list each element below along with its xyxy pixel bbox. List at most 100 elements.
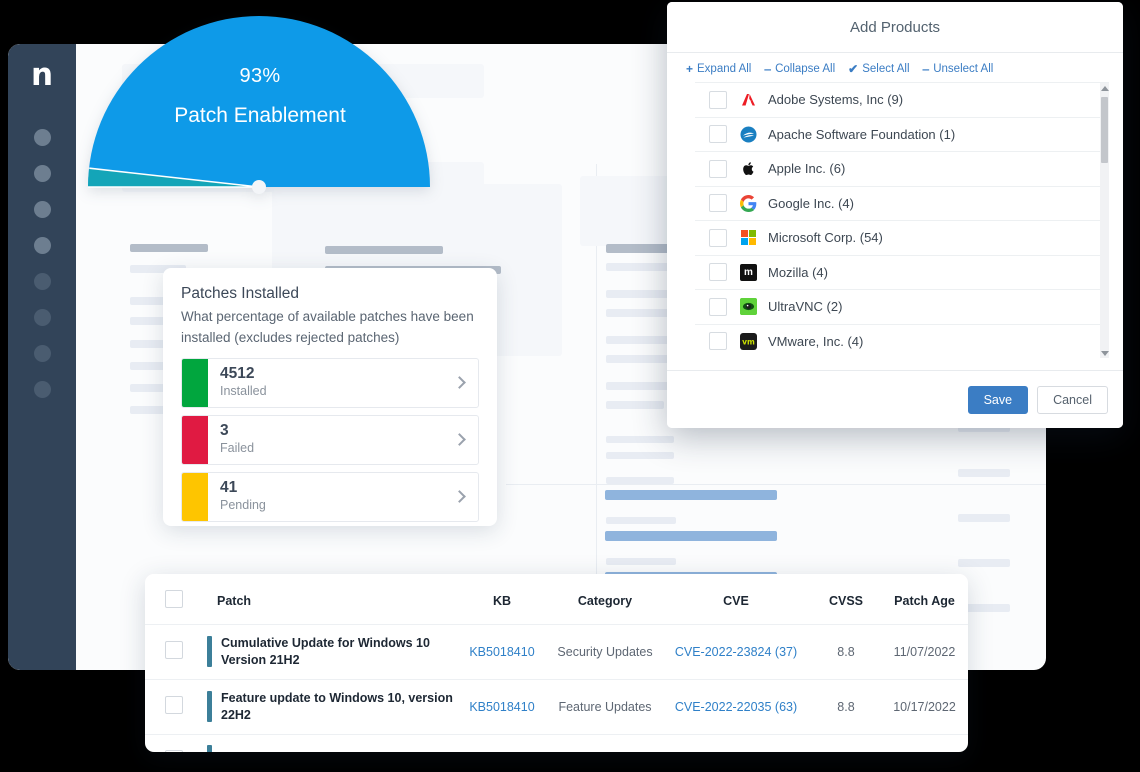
ultravnc-icon (740, 298, 757, 315)
sidebar-item-5[interactable] (34, 273, 51, 290)
skeleton-bar (958, 469, 1010, 477)
skeleton-bar (606, 336, 676, 344)
patch-name-text: Cumulative Update for Windows 10 Version… (221, 635, 455, 669)
column-header-patch-age[interactable]: Patch Age (881, 574, 968, 625)
cell-cvss: 8.5 (811, 734, 881, 752)
product-name: Adobe Systems, Inc (9) (768, 92, 903, 107)
product-name: Google Inc. (4) (768, 196, 854, 211)
minus-icon: ‒ (923, 63, 930, 75)
cell-cve: CVE-2022-23824 (37) (661, 625, 811, 680)
cell-patch: Feature update to Windows 10, version 22… (203, 679, 455, 734)
product-name: Mozilla (4) (768, 265, 828, 280)
sidebar-item-7[interactable] (34, 345, 51, 362)
select-all-action[interactable]: ✔ Select All (848, 63, 909, 75)
table-header-row: Patch KB Category CVE CVSS Patch Age (145, 574, 968, 625)
severity-bar-icon (207, 636, 212, 667)
list-item[interactable]: Apache Software Foundation (1) (695, 118, 1109, 153)
status-label: Failed (220, 441, 455, 455)
product-checkbox[interactable] (709, 194, 727, 212)
list-item[interactable]: Microsoft Corp. (54) (695, 221, 1109, 256)
sidebar-logo[interactable]: n (8, 44, 76, 91)
list-item[interactable]: Google Inc. (4) (695, 187, 1109, 222)
list-item[interactable]: vm VMware, Inc. (4) (695, 325, 1109, 359)
list-item[interactable]: m Mozilla (4) (695, 256, 1109, 291)
cve-link[interactable]: CVE-2022-23824 (37) (675, 645, 797, 659)
adobe-icon (740, 91, 757, 108)
sidebar-item-6[interactable] (34, 309, 51, 326)
column-header-cvss[interactable]: CVSS (811, 574, 881, 625)
modal-footer: Save Cancel (667, 370, 1123, 428)
patch-table: Patch KB Category CVE CVSS Patch Age Cum… (145, 574, 968, 752)
cancel-button[interactable]: Cancel (1037, 386, 1108, 414)
status-label: Pending (220, 498, 455, 512)
google-icon (740, 195, 757, 212)
chevron-right-icon[interactable] (453, 490, 466, 503)
expand-all-action[interactable]: + Expand All (686, 63, 751, 75)
screenshot-root: n (0, 0, 1140, 772)
list-item[interactable]: Apple Inc. (6) (695, 152, 1109, 187)
column-header-patch[interactable]: Patch (203, 574, 455, 625)
patch-status-row-failed[interactable]: 3 Failed (181, 415, 479, 465)
select-all-checkbox[interactable] (165, 590, 183, 608)
product-checkbox[interactable] (709, 160, 727, 178)
check-icon: ✔ (848, 63, 858, 75)
minus-icon: ‒ (764, 63, 771, 75)
skeleton-bar (606, 401, 664, 409)
cve-link[interactable]: CVE-2022-22035 (63) (675, 700, 797, 714)
column-header-category[interactable]: Category (549, 574, 661, 625)
collapse-all-label: Collapse All (775, 63, 835, 75)
list-item[interactable]: UltraVNC (2) (695, 290, 1109, 325)
chevron-right-icon[interactable] (453, 376, 466, 389)
column-header-cve[interactable]: CVE (661, 574, 811, 625)
scrollbar-thumb[interactable] (1101, 97, 1108, 163)
sidebar-item-4[interactable] (34, 237, 51, 254)
table-row[interactable]: Cumulative Update for Windows 10 Version… (145, 625, 968, 680)
microsoft-icon (740, 229, 757, 246)
skeleton-bar (606, 452, 674, 459)
save-button[interactable]: Save (968, 386, 1029, 414)
status-color-swatch (182, 359, 208, 407)
product-checkbox[interactable] (709, 298, 727, 316)
list-item[interactable]: Adobe Systems, Inc (9) (695, 83, 1109, 118)
product-checkbox[interactable] (709, 91, 727, 109)
chevron-right-icon[interactable] (453, 433, 466, 446)
row-checkbox[interactable] (165, 641, 183, 659)
scroll-up-icon[interactable] (1101, 86, 1109, 91)
sidebar-item-3[interactable] (34, 201, 51, 218)
table-row[interactable]: Feature update to Windows 10, version 22… (145, 679, 968, 734)
skeleton-bar (606, 244, 676, 253)
table-row[interactable]: VMware, Inc. - Display - 9.17.4.2 Driver… (145, 734, 968, 752)
product-list-scrollbar[interactable] (1100, 83, 1109, 358)
column-header-kb[interactable]: KB (455, 574, 549, 625)
expand-all-label: Expand All (697, 63, 751, 75)
patch-status-row-installed[interactable]: 4512 Installed (181, 358, 479, 408)
status-count: 41 (220, 479, 455, 497)
vmware-icon: vm (740, 333, 757, 350)
row-checkbox[interactable] (165, 696, 183, 714)
patches-installed-card: Patches Installed What percentage of ava… (163, 268, 497, 526)
kb-link[interactable]: KB5018410 (469, 645, 534, 659)
patch-name-text: Feature update to Windows 10, version 22… (221, 690, 455, 724)
skeleton-bar (606, 558, 676, 565)
row-select-cell (145, 679, 203, 734)
modal-header: Add Products (667, 2, 1123, 53)
product-checkbox[interactable] (709, 229, 727, 247)
status-color-swatch (182, 473, 208, 521)
patch-status-row-pending[interactable]: 41 Pending (181, 472, 479, 522)
unselect-all-action[interactable]: ‒ Unselect All (923, 63, 994, 75)
sidebar-item-1[interactable] (34, 129, 51, 146)
collapse-all-action[interactable]: ‒ Collapse All (764, 63, 835, 75)
row-checkbox[interactable] (165, 750, 183, 753)
product-checkbox[interactable] (709, 332, 727, 350)
skeleton-bar (325, 246, 443, 254)
sidebar-item-8[interactable] (34, 381, 51, 398)
severity-bar-icon (207, 745, 212, 753)
product-checkbox[interactable] (709, 263, 727, 281)
product-list[interactable]: Adobe Systems, Inc (9) Apache Software F… (695, 82, 1109, 358)
skeleton-bar (606, 517, 676, 524)
kb-link[interactable]: KB5018410 (469, 700, 534, 714)
scroll-down-icon[interactable] (1101, 351, 1109, 356)
product-checkbox[interactable] (709, 125, 727, 143)
sidebar-item-2[interactable] (34, 165, 51, 182)
cell-patch: VMware, Inc. - Display - 9.17.4.2 (203, 734, 455, 752)
